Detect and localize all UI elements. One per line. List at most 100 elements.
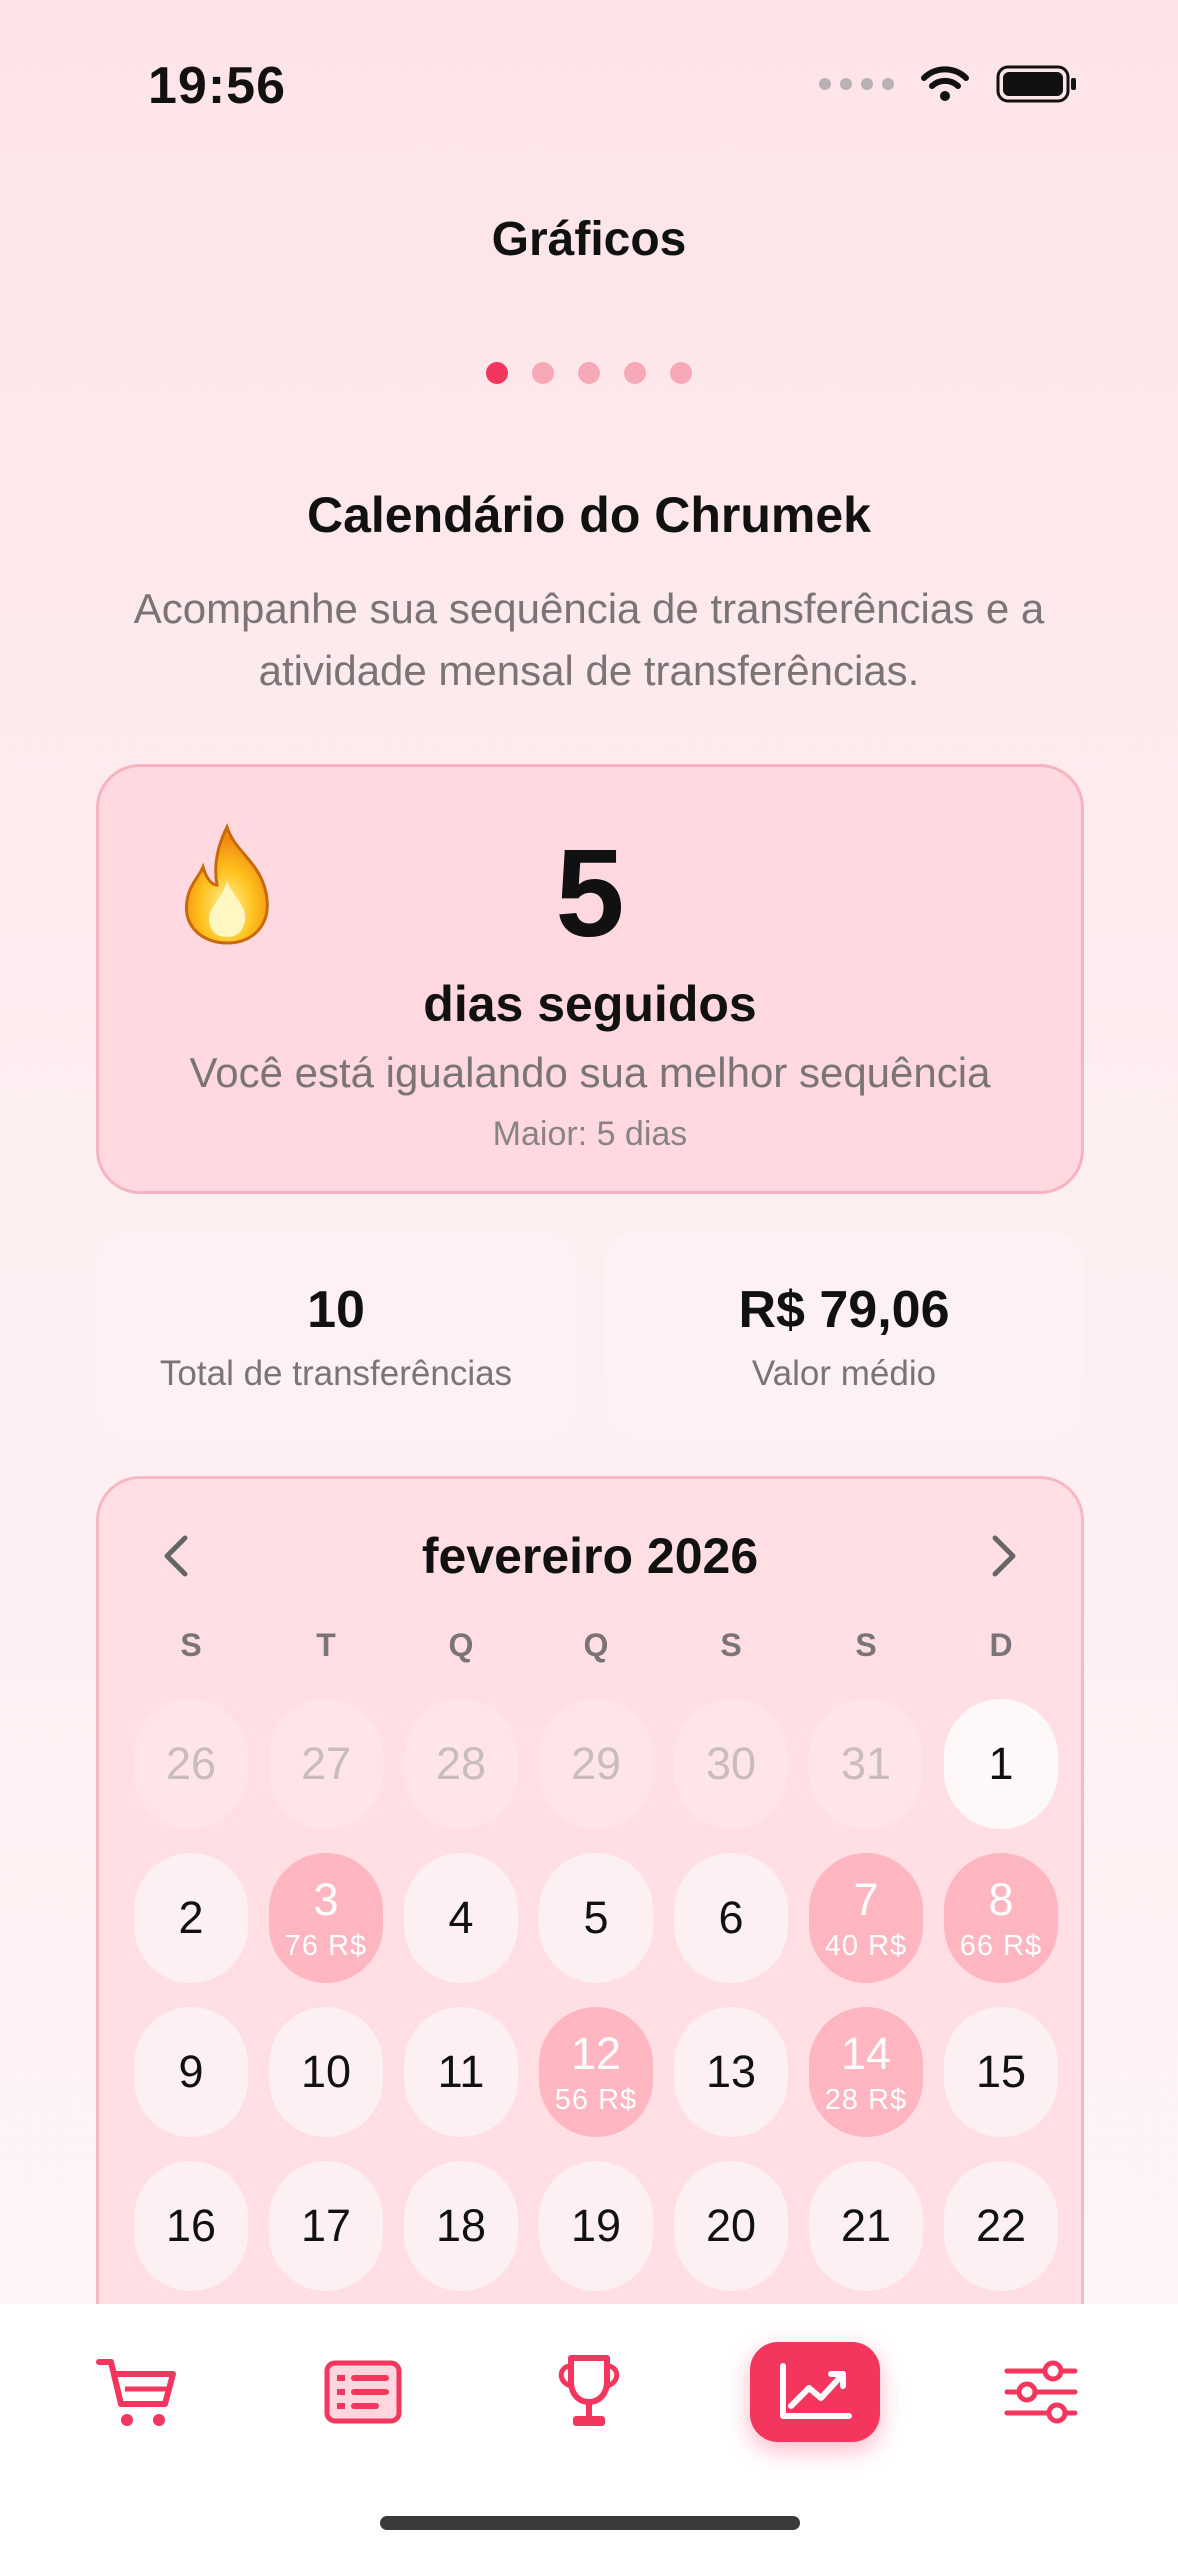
cellular-signal-icon (819, 78, 894, 90)
calendar-day-number: 1 (988, 1738, 1014, 1789)
tab-charts[interactable] (750, 2342, 880, 2442)
calendar-day[interactable]: 29 (539, 1699, 653, 1829)
calendar-day[interactable]: 22 (944, 2161, 1058, 2291)
calendar-day[interactable]: 10 (269, 2007, 383, 2137)
weekday-label: Q (448, 1627, 474, 1663)
calendar-day[interactable]: 3 76 R$ (269, 1853, 383, 1983)
page-dot-5[interactable] (670, 362, 692, 384)
tab-list[interactable] (298, 2342, 428, 2442)
calendar-month-label: fevereiro 2026 (421, 1528, 759, 1584)
page-dot-4[interactable] (624, 362, 646, 384)
status-bar: 19:56 (0, 0, 1178, 170)
total-transfers-card: 10 Total de transferências (96, 1232, 576, 1438)
calendar-day[interactable]: 7 40 R$ (809, 1853, 923, 1983)
trophy-icon (558, 2355, 620, 2426)
calendar-day[interactable]: 15 (944, 2007, 1058, 2137)
calendar-days-grid: 26 27 28 29 30 31 1 2 3 76 R$ 4 5 6 7 40 R$ 8 66 R$ 9 10 11… (134, 1699, 1058, 2291)
calendar-day[interactable]: 14 28 R$ (809, 2007, 923, 2137)
sliders-icon (1004, 2360, 1078, 2424)
calendar-day[interactable]: 20 (674, 2161, 788, 2291)
calendar-day-number: 13 (705, 2046, 757, 2097)
calendar-day[interactable]: 18 (404, 2161, 518, 2291)
calendar-day-number: 18 (435, 2200, 487, 2251)
wifi-icon (921, 66, 969, 101)
battery-icon (996, 65, 1076, 103)
calendar-day[interactable]: 8 66 R$ (944, 1853, 1058, 1983)
calendar-day-number: 6 (718, 1892, 744, 1943)
page-dot-3[interactable] (578, 362, 600, 384)
calendar-day[interactable]: 12 56 R$ (539, 2007, 653, 2137)
calendar-day[interactable]: 19 (539, 2161, 653, 2291)
calendar-day[interactable]: 13 (674, 2007, 788, 2137)
calendar-day-number: 8 (988, 1873, 1014, 1925)
total-transfers-label: Total de transferências (159, 1354, 513, 1393)
average-value-card: R$ 79,06 Valor médio (604, 1232, 1084, 1438)
calendar-day[interactable]: 27 (269, 1699, 383, 1829)
calendar-day-number: 5 (583, 1892, 609, 1943)
calendar-day-number: 31 (840, 1738, 892, 1789)
calendar-day-number: 28 (435, 1738, 487, 1789)
weekday-label: S (855, 1627, 877, 1663)
streak-best: Maior: 5 dias (492, 1115, 688, 1153)
calendar-day[interactable]: 21 (809, 2161, 923, 2291)
section-title: Calendário do Chrumek (307, 487, 871, 543)
calendar-day-number: 9 (178, 2046, 204, 2097)
tab-shopping[interactable] (72, 2342, 202, 2442)
calendar-day[interactable]: 5 (539, 1853, 653, 1983)
calendar-day[interactable]: 6 (674, 1853, 788, 1983)
average-value: R$ 79,06 (738, 1281, 950, 1339)
calendar-day[interactable]: 16 (134, 2161, 248, 2291)
chart-icon (780, 2363, 852, 2419)
calendar-day-amount: 28 R$ (824, 2083, 908, 2116)
calendar-day-number: 20 (705, 2200, 757, 2251)
calendar-day-number: 22 (975, 2200, 1027, 2251)
chevron-right-icon (992, 1535, 1016, 1577)
calendar-day[interactable]: 28 (404, 1699, 518, 1829)
calendar-day[interactable]: 26 (134, 1699, 248, 1829)
home-indicator[interactable] (380, 2516, 800, 2530)
streak-card: 5 dias seguidos Você está igualando sua … (96, 764, 1084, 1194)
calendar-day-number: 16 (165, 2200, 217, 2251)
calendar-day[interactable]: 4 (404, 1853, 518, 1983)
calendar-day-number: 15 (975, 2046, 1027, 2097)
streak-count: 5 (555, 825, 625, 963)
weekday-label: T (316, 1627, 336, 1663)
calendar-day-number: 27 (300, 1738, 352, 1789)
next-month-button[interactable] (979, 1531, 1029, 1581)
calendar-day-number: 26 (165, 1738, 217, 1789)
calendar-day[interactable]: 1 (944, 1699, 1058, 1829)
page-dot-2[interactable] (532, 362, 554, 384)
calendar-day-number: 14 (840, 2027, 892, 2079)
page-indicator[interactable] (0, 362, 1178, 384)
calendar-day-number: 17 (300, 2200, 352, 2251)
calendar-day-amount: 76 R$ (284, 1929, 368, 1962)
calendar-day[interactable]: 17 (269, 2161, 383, 2291)
status-time: 19:56 (148, 57, 286, 115)
calendar-day[interactable]: 30 (674, 1699, 788, 1829)
calendar-day-number: 3 (313, 1873, 339, 1925)
total-transfers-value: 10 (307, 1281, 365, 1339)
average-value-label: Valor médio (751, 1354, 937, 1393)
weekday-label: Q (583, 1627, 609, 1663)
page-dot-1[interactable] (486, 362, 508, 384)
weekday-label: D (989, 1627, 1013, 1663)
streak-message: Você está igualando sua melhor sequência (189, 1049, 991, 1096)
streak-label: dias seguidos (423, 976, 757, 1032)
calendar-day-amount: 56 R$ (554, 2083, 638, 2116)
calendar-day-number: 2 (178, 1892, 204, 1943)
weekday-label: S (180, 1627, 202, 1663)
calendar-day[interactable]: 31 (809, 1699, 923, 1829)
calendar-day[interactable]: 11 (404, 2007, 518, 2137)
page-title: Gráficos (491, 213, 687, 266)
tab-settings[interactable] (976, 2342, 1106, 2442)
calendar-day-number: 10 (300, 2046, 352, 2097)
calendar-day-number: 7 (853, 1873, 879, 1925)
calendar-day-number: 21 (840, 2200, 892, 2251)
calendar-day[interactable]: 2 (134, 1853, 248, 1983)
calendar-day[interactable]: 9 (134, 2007, 248, 2137)
tab-achievements[interactable] (524, 2342, 654, 2442)
calendar-day-number: 11 (437, 2046, 485, 2097)
calendar-day-number: 29 (570, 1738, 622, 1789)
calendar-day-number: 19 (570, 2200, 622, 2251)
calendar-day-number: 30 (705, 1738, 757, 1789)
